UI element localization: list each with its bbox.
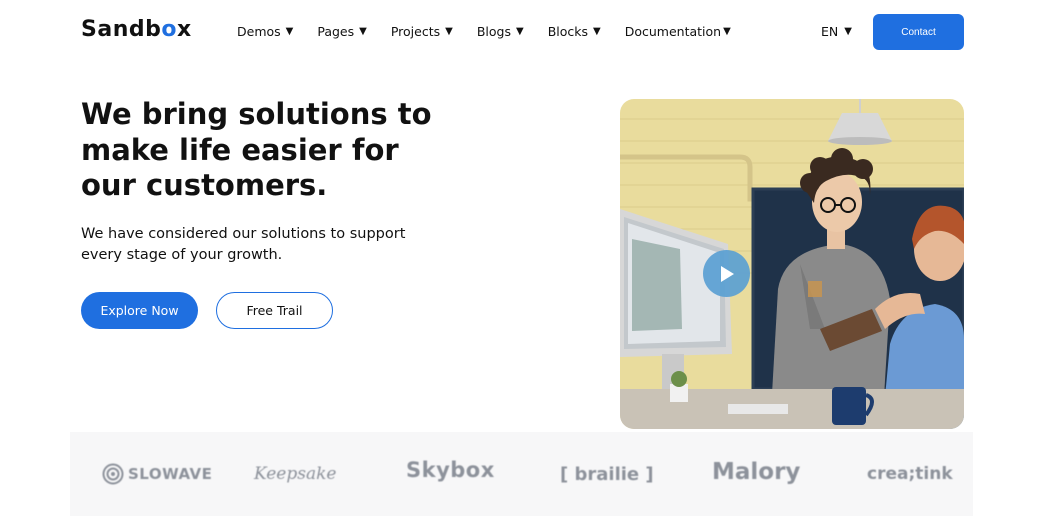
site-logo[interactable]: Sandbox — [81, 17, 192, 42]
caret-down-icon: ▼ — [844, 26, 852, 37]
nav-item-demos[interactable]: Demos ▼ — [237, 24, 293, 39]
nav-item-documentation[interactable]: Documentation ▼ — [625, 24, 731, 39]
caret-down-icon: ▼ — [593, 26, 601, 37]
nav-item-projects[interactable]: Projects ▼ — [391, 24, 453, 39]
free-trail-button[interactable]: Free Trail — [216, 292, 333, 329]
nav-label: Blocks — [547, 24, 589, 39]
main-nav: Demos ▼ Pages ▼ Projects ▼ Blogs ▼ Blocks ▼ D… — [237, 24, 755, 39]
logo-o: o — [161, 17, 177, 42]
caret-down-icon: ▼ — [515, 26, 524, 37]
brand-name: SLOWAVE — [128, 465, 213, 483]
caret-down-icon: ▼ — [359, 26, 367, 37]
brand-name: [ brailie ] — [560, 463, 654, 485]
brand-logo-skybox: Skybox — [406, 450, 495, 490]
explore-now-button[interactable]: Explore Now — [81, 292, 198, 329]
nav-label: Projects — [390, 24, 441, 39]
brand-logo-slowave: SLOWAVE — [102, 454, 212, 494]
play-video-button[interactable] — [703, 250, 750, 297]
landing-page: Sandbox Demos ▼ Pages ▼ Projects ▼ Blogs ▼ B… — [0, 0, 1043, 516]
caret-down-icon: ▼ — [445, 26, 453, 37]
hero-image — [620, 99, 964, 429]
nav-item-blocks[interactable]: Blocks ▼ — [548, 24, 601, 39]
nav-item-blogs[interactable]: Blogs ▼ — [477, 24, 524, 39]
nav-label: Documentation — [624, 24, 722, 39]
brand-logo-malory: Malory — [712, 452, 800, 492]
brand-name: Skybox — [406, 458, 495, 482]
play-icon — [720, 265, 734, 282]
logo-suffix: x — [176, 17, 192, 42]
client-logos-strip: SLOWAVE Keepsake Skybox [ brailie ] Malo… — [70, 432, 973, 516]
nav-label: Demos — [237, 24, 281, 39]
slowave-logo-icon — [102, 463, 124, 485]
hero-title: We bring solutions to make life easier f… — [81, 97, 432, 202]
language-selector[interactable]: EN ▼ — [821, 24, 852, 39]
brand-name: Malory — [712, 459, 801, 485]
caret-down-icon: ▼ — [723, 26, 731, 37]
caret-down-icon: ▼ — [285, 26, 294, 37]
contact-button[interactable]: Contact — [873, 14, 964, 50]
nav-label: Blogs — [476, 24, 511, 39]
hero-subtitle: We have considered our solutions to supp… — [81, 226, 406, 263]
brand-logo-brailie: [ brailie ] — [560, 454, 654, 494]
nav-item-pages[interactable]: Pages ▼ — [317, 24, 366, 39]
brand-logo-creatink: crea;tink — [867, 454, 953, 494]
brand-name: Keepsake — [254, 464, 337, 484]
logo-prefix: Sandb — [81, 17, 162, 42]
brand-logo-keepsake: Keepsake — [254, 454, 336, 494]
office-photo-illustration — [620, 99, 964, 429]
language-label: EN — [821, 24, 839, 39]
brand-name: crea;tink — [867, 464, 953, 484]
nav-label: Pages — [317, 24, 355, 39]
